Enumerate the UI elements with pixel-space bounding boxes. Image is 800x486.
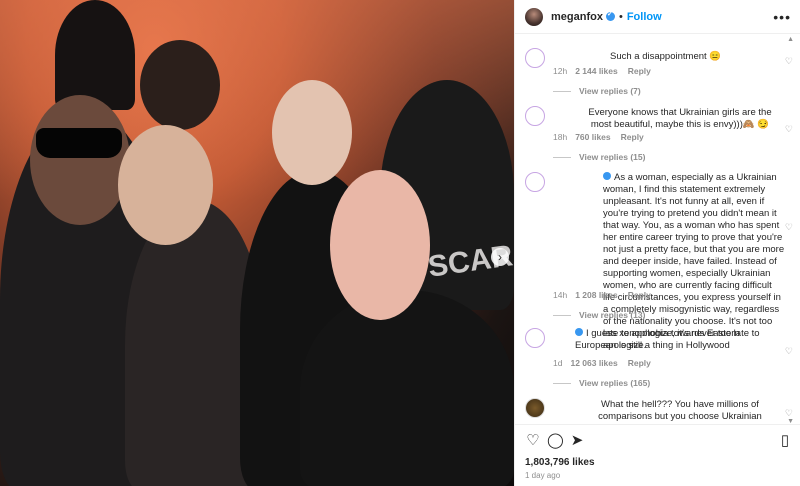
comment-time: 1d <box>553 358 563 368</box>
more-options-icon[interactable]: ••• <box>773 9 791 25</box>
view-replies-button[interactable]: View replies (15) <box>553 152 645 162</box>
heart-icon[interactable]: ♡ <box>785 56 793 67</box>
commenter-avatar[interactable] <box>525 48 545 68</box>
commenter-avatar[interactable] <box>525 172 545 192</box>
comment-meta: 14h 1 208 likes Reply <box>553 290 651 300</box>
username[interactable]: meganfox <box>551 11 603 23</box>
commenter-avatar[interactable] <box>525 106 545 126</box>
separator-dot: • <box>618 10 623 23</box>
comments-list[interactable]: Such a disappointment 😑 12h 2 144 likes Re… <box>515 34 800 424</box>
person-blonde-head <box>118 125 213 245</box>
avatar[interactable] <box>525 7 543 26</box>
comment-meta: 12h 2 144 likes Reply <box>553 66 651 76</box>
view-replies-button[interactable]: View replies (7) <box>553 86 641 96</box>
bookmark-icon[interactable]: ▯ <box>777 433 793 449</box>
share-icon[interactable]: ➤ <box>569 433 585 449</box>
comment-likes[interactable]: 1 208 likes <box>575 290 618 300</box>
view-replies-button[interactable]: View replies (13) <box>553 310 645 320</box>
comment-text: I guess xenophobia towards Eastern Europ… <box>575 328 775 352</box>
person-center-head <box>272 80 352 185</box>
background-person <box>55 0 135 110</box>
post-header: meganfox • Follow ••• <box>515 0 800 34</box>
heart-icon[interactable]: ♡ <box>785 346 793 357</box>
follow-button[interactable]: Follow <box>627 11 662 23</box>
person-left-head <box>30 95 130 225</box>
comment-time: 18h <box>553 132 568 142</box>
comment-body: I guess xenophobia towards Eastern Europ… <box>575 328 740 351</box>
post-side-panel: meganfox • Follow ••• Such a disappointm… <box>514 0 800 486</box>
post-actions: ♡ ◯ ➤ ▯ 1,803,796 likes 1 day ago <box>515 424 800 486</box>
comment-likes[interactable]: 12 063 likes <box>570 358 617 368</box>
likes-count[interactable]: 1,803,796 likes <box>525 457 595 468</box>
scroll-up-icon[interactable]: ▲ <box>787 36 794 43</box>
background-person <box>140 40 220 130</box>
reply-button[interactable]: Reply <box>628 66 651 76</box>
post-photo: SCAR › <box>0 0 514 486</box>
comment-body: As a woman, especially as a Ukrainian wo… <box>603 172 785 351</box>
chevron-right-icon[interactable]: › <box>491 248 509 266</box>
comment-text: What the hell??? You have millions of co… <box>598 399 762 424</box>
person-front <box>300 290 514 486</box>
verified-badge-icon <box>575 328 583 336</box>
sunglasses <box>36 128 122 158</box>
comment-meta: 1d 12 063 likes Reply <box>553 358 651 368</box>
commenter-avatar[interactable] <box>525 328 545 348</box>
reply-button[interactable]: Reply <box>628 358 651 368</box>
heart-icon[interactable]: ♡ <box>525 433 541 449</box>
comment-text: Such a disappointment 😑 <box>610 51 722 62</box>
comment-time: 12h <box>553 66 568 76</box>
reply-button[interactable]: Reply <box>621 132 644 142</box>
comment-likes[interactable]: 760 likes <box>575 132 610 142</box>
heart-icon[interactable]: ♡ <box>785 124 793 135</box>
post-date: 1 day ago <box>525 471 561 480</box>
heart-icon[interactable]: ♡ <box>785 222 793 233</box>
comment-text: As a woman, especially as a Ukrainian wo… <box>603 172 785 352</box>
reply-button[interactable]: Reply <box>628 290 651 300</box>
comment-meta: 18h 760 likes Reply <box>553 132 644 142</box>
person-front-head <box>330 170 430 320</box>
verified-badge-icon <box>603 172 611 180</box>
comment-time: 14h <box>553 290 568 300</box>
commenter-avatar[interactable] <box>525 398 545 418</box>
view-replies-button[interactable]: View replies (165) <box>553 378 650 388</box>
comment-icon[interactable]: ◯ <box>547 433 564 449</box>
verified-badge-icon <box>605 10 615 21</box>
comment-likes[interactable]: 2 144 likes <box>575 66 618 76</box>
comment-text: Everyone knows that Ukrainian girls are … <box>588 107 772 130</box>
